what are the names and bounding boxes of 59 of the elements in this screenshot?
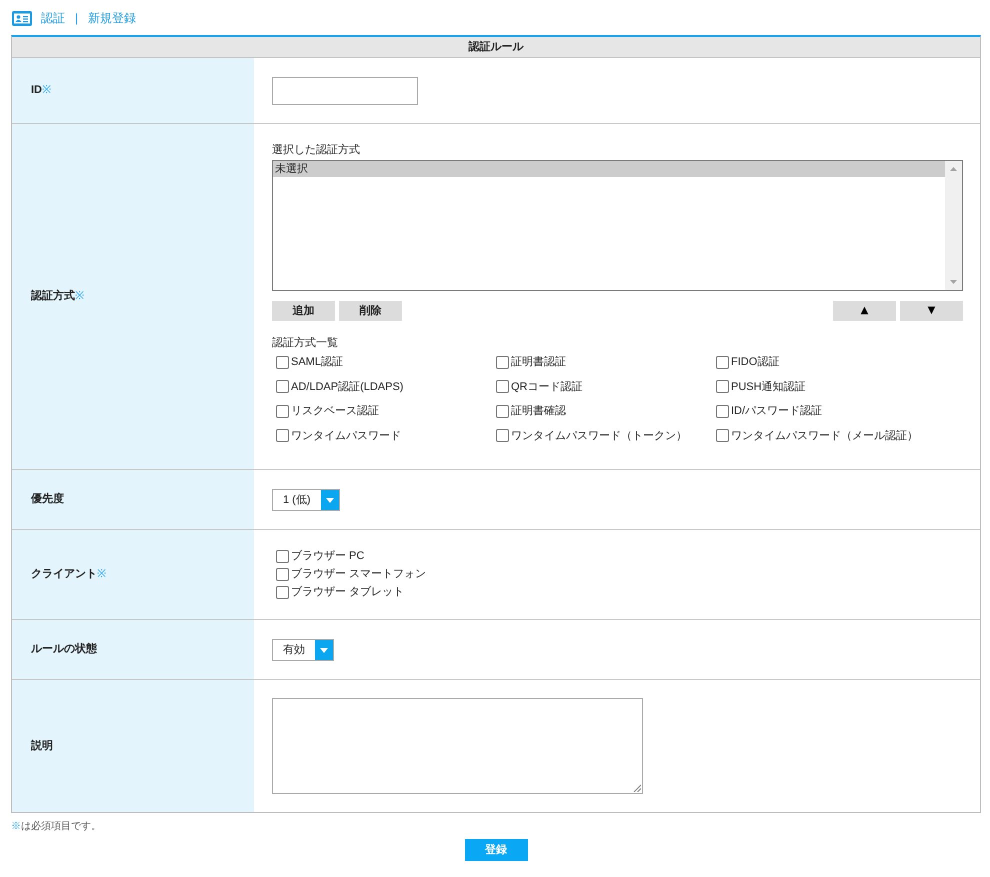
checkbox[interactable] bbox=[496, 404, 509, 418]
checkbox[interactable] bbox=[716, 404, 729, 418]
scrollbar[interactable] bbox=[945, 161, 962, 290]
breadcrumb-item: 新規登録 bbox=[88, 10, 136, 27]
scroll-up-arrow-icon bbox=[950, 167, 957, 171]
field-label: 優先度 bbox=[31, 492, 64, 508]
checkbox-label[interactable]: AD/LDAP認証(LDAPS) bbox=[291, 378, 404, 395]
checkbox-label[interactable]: ワンタイムパスワード（メール認証） bbox=[731, 428, 918, 444]
caret-icon bbox=[320, 490, 338, 510]
checkbox-label[interactable]: ワンタイムパスワード bbox=[291, 428, 401, 444]
checkbox[interactable] bbox=[276, 404, 289, 418]
checkbox-label[interactable]: SAML認証 bbox=[291, 354, 343, 370]
field-label: 説明 bbox=[31, 738, 53, 754]
order-button[interactable]: ▲ bbox=[833, 301, 896, 321]
checkbox-label[interactable]: ブラウザー PC bbox=[291, 548, 364, 565]
id-input-field[interactable] bbox=[272, 76, 418, 104]
form-title: 認証ルール bbox=[12, 37, 980, 58]
checkbox[interactable] bbox=[276, 380, 289, 394]
dropdown[interactable]: 有効 bbox=[272, 638, 334, 660]
dropdown[interactable]: 1 (低) bbox=[272, 488, 340, 510]
order-button[interactable]: ▼ bbox=[900, 301, 963, 321]
checkbox-label[interactable]: QRコード認証 bbox=[511, 378, 582, 395]
checkbox[interactable] bbox=[276, 586, 289, 599]
checkbox-label[interactable]: 証明書確認 bbox=[511, 403, 566, 420]
checkbox[interactable] bbox=[496, 429, 509, 442]
field-caption: 選択した認証方式 bbox=[272, 143, 360, 157]
checkbox-label[interactable]: 証明書認証 bbox=[511, 354, 566, 370]
checkbox[interactable] bbox=[276, 550, 289, 563]
checkbox-label[interactable]: ワンタイムパスワード（トークン） bbox=[511, 428, 687, 444]
field-label: 認証方式※ bbox=[31, 288, 84, 304]
checkbox[interactable] bbox=[496, 356, 509, 369]
caret-icon bbox=[315, 640, 333, 660]
checkbox[interactable] bbox=[276, 568, 289, 581]
field-label: ルールの状態 bbox=[31, 642, 97, 658]
field-caption: 認証方式一覧 bbox=[272, 336, 338, 350]
breadcrumb-separator: | bbox=[74, 10, 80, 27]
action-button[interactable]: 追加 bbox=[272, 301, 335, 321]
checkbox[interactable] bbox=[496, 380, 509, 394]
required-note: ※は必須項目です。 bbox=[11, 820, 101, 834]
checkbox[interactable] bbox=[716, 429, 729, 442]
checkbox-label[interactable]: ブラウザー タブレット bbox=[291, 584, 404, 601]
checkbox[interactable] bbox=[276, 356, 289, 369]
checkbox-label[interactable]: FIDO認証 bbox=[731, 354, 780, 370]
id-card-icon bbox=[12, 10, 32, 26]
checkbox[interactable] bbox=[716, 380, 729, 394]
field-label: ID※ bbox=[31, 83, 51, 98]
textarea-field[interactable] bbox=[272, 698, 643, 794]
resize-handle-icon bbox=[633, 784, 641, 792]
checkbox-label[interactable]: リスクベース認証 bbox=[291, 403, 379, 420]
checkbox-label[interactable]: ブラウザー スマートフォン bbox=[291, 566, 426, 583]
listbox[interactable]: 未選択 bbox=[272, 160, 963, 291]
list-option[interactable]: 未選択 bbox=[273, 161, 945, 177]
field-label: クライアント※ bbox=[31, 567, 106, 582]
checkbox[interactable] bbox=[716, 356, 729, 369]
checkbox[interactable] bbox=[276, 429, 289, 442]
checkbox-label[interactable]: PUSH通知認証 bbox=[731, 378, 806, 395]
action-button[interactable]: 削除 bbox=[339, 301, 402, 321]
scroll-down-arrow-icon bbox=[950, 280, 957, 284]
checkbox-label[interactable]: ID/パスワード認証 bbox=[731, 403, 822, 420]
